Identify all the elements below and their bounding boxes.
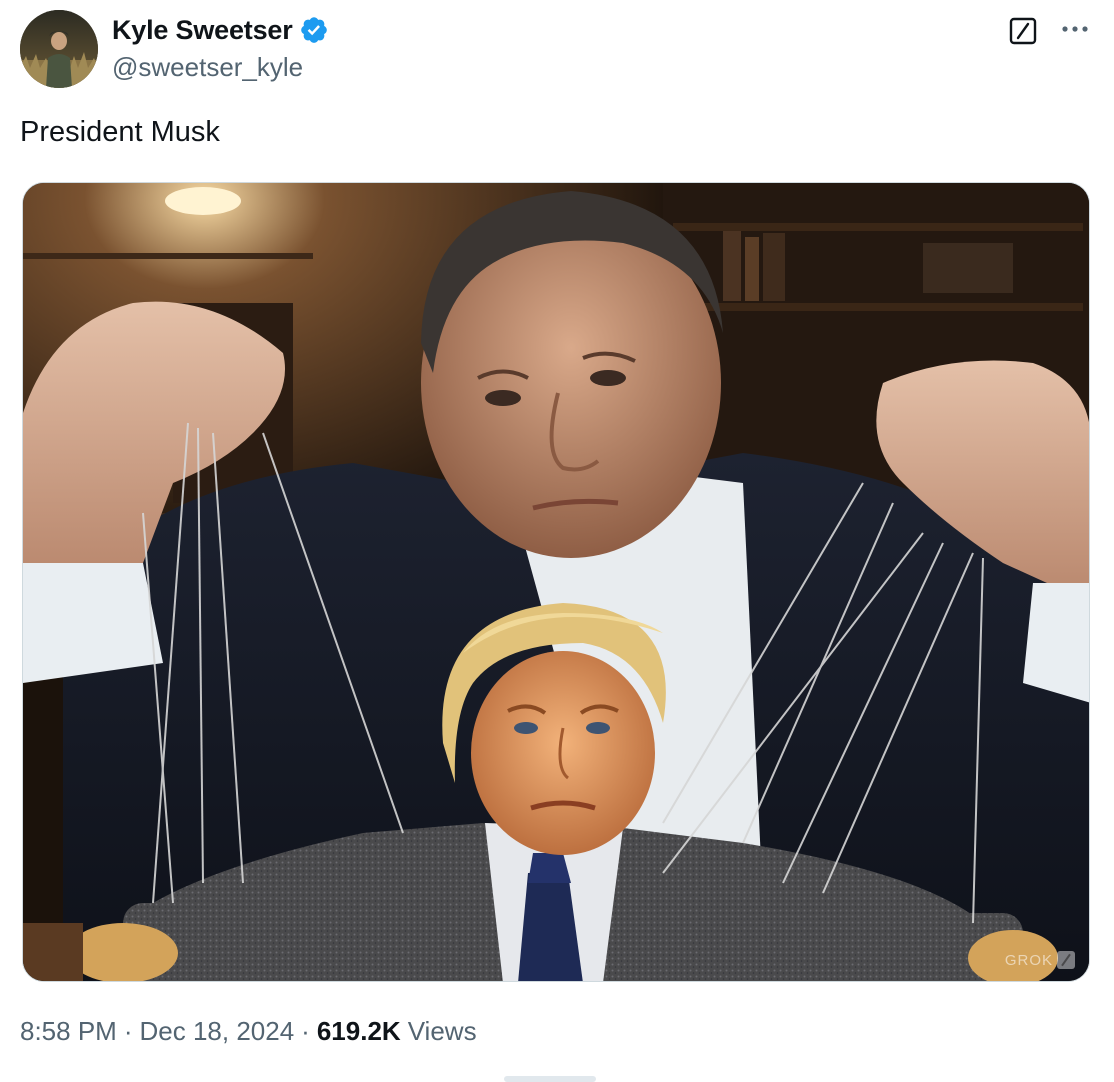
media-illustration	[23, 183, 1089, 981]
author-name-row: Kyle Sweetser	[112, 12, 329, 48]
tweet: Kyle Sweetser @sweetser_kyle President M…	[0, 0, 1114, 1082]
tweet-media-image[interactable]: GROK	[22, 182, 1090, 982]
views-count[interactable]: 619.2K	[317, 1016, 401, 1047]
grok-icon[interactable]	[1008, 16, 1038, 46]
avatar[interactable]	[20, 10, 98, 88]
scroll-handle[interactable]	[504, 1076, 596, 1082]
grok-watermark: GROK	[1005, 951, 1075, 969]
more-icon[interactable]	[1058, 14, 1092, 44]
watermark-logo-icon	[1057, 951, 1075, 969]
verified-badge-icon[interactable]	[299, 15, 329, 45]
author-handle[interactable]: @sweetser_kyle	[112, 52, 303, 83]
tweet-time[interactable]: 8:58 PM	[20, 1016, 117, 1047]
author-display-name[interactable]: Kyle Sweetser	[112, 15, 293, 46]
meta-separator: ·	[123, 1016, 133, 1046]
views-label[interactable]: Views	[408, 1016, 477, 1047]
meta-separator: ·	[301, 1016, 310, 1046]
watermark-text: GROK	[1004, 951, 1053, 969]
tweet-date[interactable]: Dec 18, 2024	[140, 1016, 295, 1047]
tweet-text: President Musk	[20, 116, 220, 148]
tweet-meta: 8:58 PM · Dec 18, 2024 · 619.2K Views	[20, 1016, 477, 1047]
